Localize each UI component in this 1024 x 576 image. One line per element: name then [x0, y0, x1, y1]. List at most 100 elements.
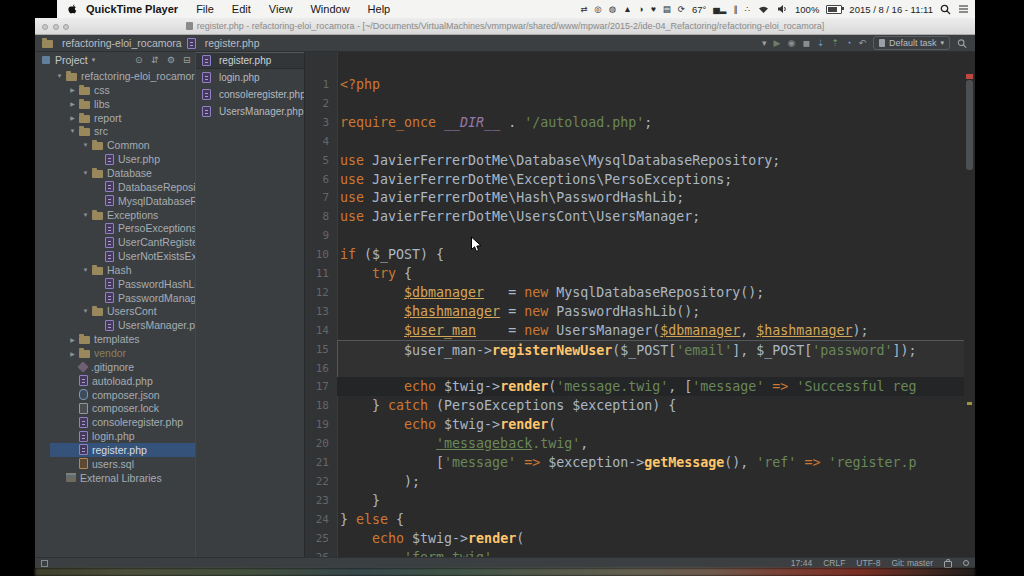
code-line-21[interactable]: 21 ['message' => $exception->getMessage(…: [305, 453, 975, 472]
breadcrumb-item[interactable]: refactoring-eloi_rocamora: [62, 37, 182, 49]
tree-item-users-sql[interactable]: users.sql: [35, 457, 195, 471]
code-line-1[interactable]: 1<?php: [305, 75, 975, 94]
tree-item-passwordhashlib[interactable]: PasswordHashLib: [35, 277, 195, 291]
code-line-10[interactable]: 10if ($_POST) {: [305, 245, 975, 264]
menu-edit[interactable]: Edit: [223, 3, 260, 15]
breadcrumb-item[interactable]: register.php: [205, 37, 260, 49]
cpu-graph-icon[interactable]: ▅▂: [713, 0, 726, 18]
code-line-26[interactable]: 26 'form.twig',: [305, 548, 975, 558]
record-icon[interactable]: ◎: [594, 0, 601, 18]
commit-icon[interactable]: ⇡: [831, 35, 839, 51]
sync-icon[interactable]: ⟳: [678, 0, 685, 18]
code-line-6[interactable]: 6use JavierFerrerDotMe\Exceptions\PersoE…: [305, 170, 975, 189]
spotlight-icon[interactable]: [940, 4, 951, 15]
tree-item-consoleregister-php[interactable]: consoleregister.php: [35, 415, 195, 429]
notification-center-icon[interactable]: [958, 4, 969, 14]
code-line-24[interactable]: 24} else {: [305, 510, 975, 529]
tree-item-composer-json[interactable]: composer.json: [35, 388, 195, 402]
tree-item-css[interactable]: ▶css: [35, 83, 195, 97]
code-line-4[interactable]: 4: [305, 132, 975, 151]
menu-file[interactable]: File: [187, 3, 223, 15]
expanded-arrow-icon[interactable]: ▼: [79, 308, 92, 314]
tree-item-login-php[interactable]: login.php: [35, 429, 195, 443]
code-line-12[interactable]: 12 $dbmanager = new MysqlDatabaseReposit…: [305, 283, 975, 302]
code-line-14[interactable]: 14 $user_man = new UsersManager($dbmanag…: [305, 321, 975, 340]
window-title-bar[interactable]: register.php - refactoring-eloi_rocamora…: [35, 18, 975, 35]
code-line-22[interactable]: 22 );: [305, 472, 975, 491]
expanded-arrow-icon[interactable]: ▼: [66, 128, 79, 134]
code-line-20[interactable]: 20 'messageback.twig',: [305, 434, 975, 453]
editor-tab-login-php[interactable]: login.php: [196, 69, 304, 86]
tree-item-vendor[interactable]: ▶vendor: [35, 346, 195, 360]
editor-scrollbar[interactable]: [964, 52, 975, 557]
expanded-arrow-icon[interactable]: ▼: [79, 142, 92, 148]
stop-icon[interactable]: ◼: [802, 35, 809, 51]
tree-item-libs[interactable]: ▶libs: [35, 97, 195, 111]
expanded-arrow-icon[interactable]: ▼: [79, 170, 92, 176]
code-line-11[interactable]: 11 try {: [305, 264, 975, 283]
info-icon[interactable]: ◍: [609, 0, 616, 18]
tree-item-autoload-php[interactable]: autoload.php: [35, 374, 195, 388]
tree-item-exceptions[interactable]: ▼Exceptions: [35, 208, 195, 222]
tree-item-passwordmanage[interactable]: PasswordManage: [35, 291, 195, 305]
swap-icon[interactable]: ⇄: [580, 0, 587, 18]
tree-item-usercantregister[interactable]: UserCantRegister: [35, 235, 195, 249]
tree-item-external-libraries[interactable]: External Libraries: [35, 471, 195, 485]
tree-item-refactoring-eloi-rocamora[interactable]: ▼refactoring-eloi_rocamora: [35, 69, 195, 83]
minimize-window-button[interactable]: [53, 24, 59, 30]
code-line-2[interactable]: 2: [305, 94, 975, 113]
update-project-icon[interactable]: ⇣: [817, 35, 825, 51]
expanded-arrow-icon[interactable]: ▼: [53, 73, 66, 79]
code-line-17[interactable]: 17 echo $twig->render('message.twig', ['…: [305, 377, 975, 396]
recent-changes-icon[interactable]: ◔: [846, 35, 851, 51]
tree-item-register-php[interactable]: register.php: [35, 443, 195, 457]
zoom-window-button[interactable]: [63, 24, 69, 30]
code-line-18[interactable]: 18 } catch (PersoExceptions $exception) …: [305, 396, 975, 415]
tree-item-usernotexistsexc[interactable]: UserNotExistsExc: [35, 249, 195, 263]
airplay-icon[interactable]: ▲: [623, 0, 631, 18]
scrollbar-thumb[interactable]: [966, 80, 973, 170]
hide-panel-icon[interactable]: ⊟: [183, 55, 191, 65]
code-line-15[interactable]: 15 $user_man->registerNewUser($_POST['em…: [305, 340, 975, 359]
menu-bar-clock[interactable]: 2015 / 8 / 16 - 11:11: [849, 4, 933, 15]
editor-tab-usersmanager-php[interactable]: UsersManager.php: [196, 103, 304, 120]
expanded-arrow-icon[interactable]: ▼: [79, 212, 92, 218]
vcs-branch[interactable]: Git: master: [891, 558, 933, 568]
collapsed-arrow-icon[interactable]: ▶: [66, 100, 79, 107]
wifi-icon[interactable]: [757, 4, 770, 14]
run-config-dropdown-icon[interactable]: ▾: [762, 35, 767, 51]
code-line-19[interactable]: 19 echo $twig->render(: [305, 415, 975, 434]
tree-item-userscont[interactable]: ▼UsersCont: [35, 304, 195, 318]
menu-quicktime[interactable]: QuickTime Player: [81, 3, 187, 15]
line-ending-selector[interactable]: CRLF: [823, 558, 845, 568]
rollback-icon[interactable]: ↶: [858, 35, 866, 51]
tree-item-persoexceptions-[interactable]: PersoExceptions.: [35, 221, 195, 235]
collapsed-arrow-icon[interactable]: ▶: [66, 350, 79, 357]
collapsed-arrow-icon[interactable]: ▶: [66, 336, 79, 343]
inspections-icon[interactable]: [963, 560, 969, 566]
task-selector[interactable]: Default task▾: [873, 36, 950, 50]
menu-window[interactable]: Window: [301, 3, 358, 15]
collapsed-arrow-icon[interactable]: ▶: [66, 114, 79, 121]
tree-item-mysqldatabaser[interactable]: MysqlDatabaseR: [35, 194, 195, 208]
collapsed-arrow-icon[interactable]: ▶: [66, 86, 79, 93]
memory-bars-icon[interactable]: ∥: [733, 0, 737, 18]
toolwindow-toggle-icon[interactable]: [41, 560, 48, 567]
chevron-down-icon[interactable]: ▾: [92, 56, 96, 64]
code-line-16[interactable]: 16: [305, 359, 975, 378]
editor-tab-register-php[interactable]: register.php: [196, 52, 304, 69]
code-line-5[interactable]: 5use JavierFerrerDotMe\Database\MysqlDat…: [305, 151, 975, 170]
volume-icon[interactable]: [777, 4, 788, 14]
settings-icon[interactable]: ⚙: [167, 55, 175, 65]
window-icon[interactable]: ▤: [663, 0, 671, 18]
tree-item-user-php[interactable]: User.php: [35, 152, 195, 166]
tree-item-databasereposit[interactable]: DatabaseReposit: [35, 180, 195, 194]
search-icon[interactable]: [957, 38, 967, 49]
menu-view[interactable]: View: [260, 3, 302, 15]
tree-item--gitignore[interactable]: .gitignore: [35, 360, 195, 374]
encoding-selector[interactable]: UTF-8: [856, 558, 880, 568]
code-line-13[interactable]: 13 $hashmanager = new PasswordHashLib();: [305, 302, 975, 321]
expand-collapse-icon[interactable]: ⇵: [151, 55, 159, 65]
project-panel-header[interactable]: Project ▾ ⊙ ⇵ ⚙ ⊟: [35, 52, 195, 68]
expanded-arrow-icon[interactable]: ▼: [79, 267, 92, 273]
